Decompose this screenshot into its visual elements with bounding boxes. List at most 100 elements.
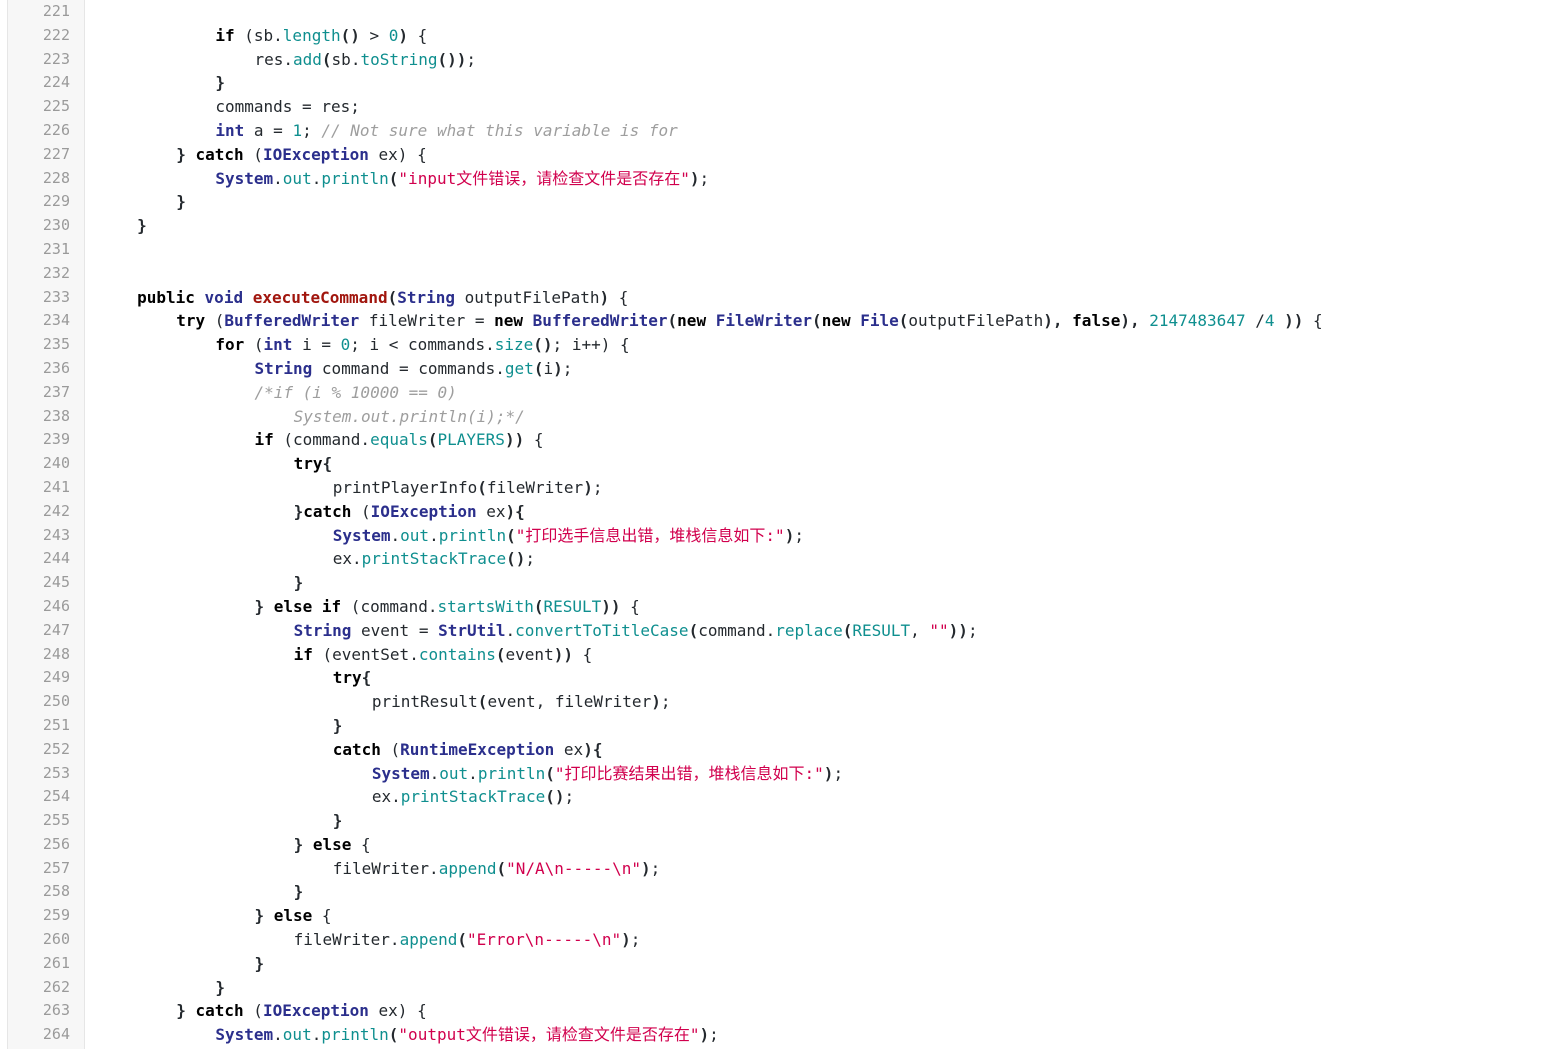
method-token: add (293, 49, 322, 69)
plain-token: outputFilePath (455, 287, 600, 307)
line-number: 233 (42, 287, 70, 306)
punctuation-token: } (215, 977, 225, 997)
plain-token: ( (244, 335, 264, 355)
punctuation-token: } (176, 1001, 196, 1021)
keyword-token: new (677, 311, 707, 331)
string-token: "input文件错误，请检查文件是否存在" (398, 168, 690, 188)
line-number: 260 (42, 930, 70, 949)
plain-token: ( (234, 25, 254, 45)
plain-token: ( (351, 501, 371, 521)
punctuation-token: { (361, 668, 372, 688)
method-token: RESULT (852, 620, 911, 640)
punctuation-token: } (254, 953, 265, 973)
plain-token: ( (243, 144, 263, 164)
type-token: System (332, 525, 391, 545)
keyword-token: public (137, 287, 195, 307)
plain-token: , (910, 620, 930, 640)
plain-token: { (609, 287, 629, 307)
plain-token: . (390, 525, 401, 545)
plain-token: commands = res; (215, 97, 360, 117)
code-line: if (command.equals(PLAYERS)) { (85, 428, 1543, 452)
method-token: size (494, 335, 534, 355)
keyword-token: catch (332, 739, 381, 759)
plain-token: . (468, 763, 478, 783)
plain-token: i = (292, 335, 341, 355)
code-line: System.out.println(i);*/ (85, 405, 1543, 429)
type-token: String (397, 287, 456, 307)
plain-token: event = (351, 620, 439, 640)
line-number: 255 (42, 811, 70, 830)
plain-token: / (1245, 311, 1265, 331)
punctuation-token: ) (599, 287, 610, 307)
plain-token: ; (592, 477, 603, 497)
punctuation-token: () (545, 787, 565, 807)
punctuation-token: ( (667, 311, 678, 331)
plain-token: event, fileWriter (487, 692, 652, 712)
code-line: ex.printStackTrace(); (85, 547, 1543, 571)
plain-token: ; (650, 858, 661, 878)
declaration-token: executeCommand (252, 287, 388, 307)
code-line: } (85, 880, 1543, 904)
punctuation-token: ) (689, 168, 700, 188)
code-line: int a = 1; // Not sure what this variabl… (85, 119, 1543, 143)
method-token: length (282, 25, 341, 45)
punctuation-token: ) (784, 525, 795, 545)
plain-token: ex (554, 739, 584, 759)
plain-token: ; (302, 120, 322, 140)
plain-token: ex. (332, 549, 362, 569)
plain-token: fileWriter. (293, 930, 400, 950)
plain-token: . (505, 620, 516, 640)
plain-token: ( (380, 739, 401, 759)
plain-token: fileWriter = (359, 311, 495, 331)
type-token: RuntimeException (400, 739, 555, 759)
punctuation-token: } (332, 715, 343, 735)
punctuation-token: () (340, 25, 360, 45)
punctuation-token: )) (1284, 311, 1304, 331)
code-line: } catch (IOException ex) { (85, 143, 1543, 167)
method-token: printStackTrace (400, 787, 546, 807)
code-line: fileWriter.append("N/A\n-----\n"); (85, 857, 1543, 881)
code-line: public void executeCommand(String output… (85, 286, 1543, 310)
keyword-token: try (332, 668, 362, 688)
code-line: }catch (IOException ex){ (85, 500, 1543, 524)
plain-token: . (311, 1025, 322, 1045)
line-number: 248 (42, 644, 70, 663)
plain-token: ; (794, 525, 804, 545)
plain-token: ex) { (368, 1001, 427, 1021)
keyword-token: try (176, 311, 206, 331)
type-token: StrUtil (438, 620, 506, 640)
code-area[interactable]: if (sb.length() > 0) {res.add(sb.toStrin… (85, 0, 1543, 1049)
punctuation-token: } (293, 573, 304, 593)
plain-token: ( (243, 1001, 263, 1021)
plain-token: . (429, 763, 440, 783)
method-token: RESULT (543, 596, 602, 616)
code-line: printResult(event, fileWriter); (85, 690, 1543, 714)
code-line: } else { (85, 904, 1543, 928)
type-token: IOException (262, 1001, 369, 1021)
punctuation-token: ( (321, 49, 332, 69)
code-line: System.out.println("打印选手信息出错，堆栈信息如下:"); (85, 524, 1543, 548)
plain-token: ex) { (368, 144, 427, 164)
line-number: 239 (42, 430, 70, 449)
line-number: 230 (42, 216, 70, 235)
plain-token: > (359, 25, 389, 45)
method-token: startsWith (437, 596, 534, 616)
line-number: 249 (42, 668, 70, 687)
method-token: out (282, 1025, 312, 1045)
punctuation-token: )) (601, 596, 621, 616)
number-token: 1 (292, 120, 303, 140)
plain-token: { (572, 644, 593, 664)
plain-token: ex. (371, 787, 401, 807)
plain-token: (command. (273, 430, 371, 450)
plain-token: fileWriter (486, 477, 584, 497)
line-number: 242 (42, 501, 70, 520)
code-line: printPlayerInfo(fileWriter); (85, 476, 1543, 500)
string-token: "Error\n-----\n" (467, 930, 622, 950)
method-token: out (400, 525, 430, 545)
line-number: 256 (42, 834, 70, 853)
line-number: 251 (42, 715, 70, 734)
line-number: 244 (42, 549, 70, 568)
